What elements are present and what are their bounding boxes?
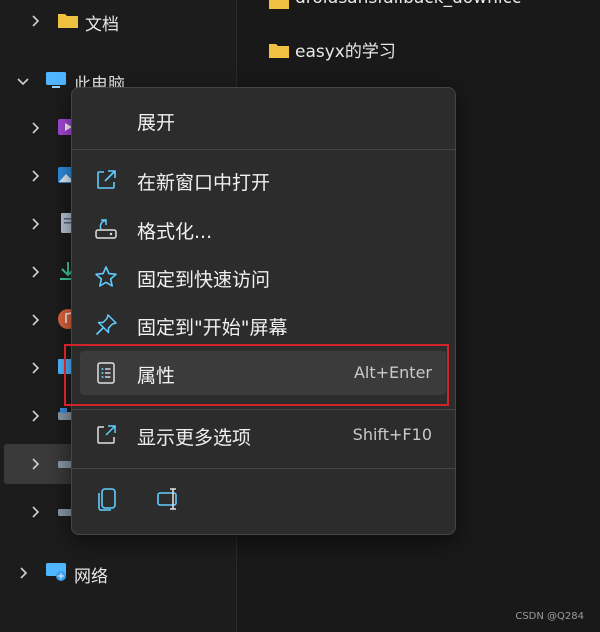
star-icon xyxy=(95,266,117,287)
chevron-right-icon[interactable] xyxy=(28,217,42,231)
menu-separator xyxy=(72,409,455,410)
folder-name: droidsansfallback_downlcc xyxy=(295,0,521,8)
folder-icon xyxy=(269,0,289,9)
open-external-icon xyxy=(97,170,116,189)
nav-item-label: 文档 xyxy=(85,15,119,35)
menu-item-show-more-options[interactable]: 显示更多选项 Shift+F10 xyxy=(80,413,446,457)
watermark: CSDN @Q284 xyxy=(515,611,584,622)
chevron-right-icon[interactable] xyxy=(28,313,42,327)
menu-item-label: 在新窗口中打开 xyxy=(137,172,271,194)
nav-item-label: 网络 xyxy=(74,567,108,587)
chevron-right-icon[interactable] xyxy=(28,505,42,519)
network-icon xyxy=(46,563,66,581)
chevron-right-icon[interactable] xyxy=(28,457,42,471)
menu-item-pin-quick-access[interactable]: 固定到快速访问 xyxy=(80,255,446,299)
show-more-icon xyxy=(97,425,116,444)
copy-icon[interactable] xyxy=(94,485,122,513)
menu-item-open-new-window[interactable]: 在新窗口中打开 xyxy=(80,158,446,202)
format-drive-icon xyxy=(95,219,117,239)
menu-item-pin-start[interactable]: 固定到"开始"屏幕 xyxy=(80,303,446,347)
menu-item-format[interactable]: 格式化... xyxy=(80,207,446,251)
chevron-right-icon[interactable] xyxy=(28,409,42,423)
chevron-right-icon[interactable] xyxy=(28,361,42,375)
menu-item-label: 展开 xyxy=(137,112,176,134)
chevron-right-icon[interactable] xyxy=(16,566,30,580)
menu-item-label: 显示更多选项 xyxy=(137,427,252,449)
menu-separator xyxy=(72,468,455,469)
pin-icon xyxy=(95,314,117,336)
nav-item-documents[interactable]: 文档 xyxy=(0,1,236,41)
menu-item-label: 固定到"开始"屏幕 xyxy=(137,317,288,339)
chevron-right-icon[interactable] xyxy=(28,265,42,279)
chevron-right-icon[interactable] xyxy=(28,14,42,28)
context-menu: 展开 在新窗口中打开 格式化... 固定到快速访问 固定到"开始"屏幕 属性 A… xyxy=(71,87,456,535)
computer-icon xyxy=(46,72,66,88)
menu-item-label: 格式化... xyxy=(137,221,213,243)
folder-name: easyx的学习 xyxy=(295,42,396,62)
folder-icon xyxy=(269,44,289,58)
chevron-right-icon[interactable] xyxy=(28,121,42,135)
menu-separator xyxy=(72,149,455,150)
nav-item-network[interactable]: 网络 xyxy=(0,553,236,593)
rename-icon[interactable] xyxy=(155,485,183,513)
highlight-box xyxy=(64,344,449,406)
chevron-right-icon[interactable] xyxy=(28,169,42,183)
menu-item-expand[interactable]: 展开 xyxy=(80,98,446,142)
shortcut-label: Shift+F10 xyxy=(352,425,432,444)
chevron-down-icon[interactable] xyxy=(16,74,30,88)
menu-item-label: 固定到快速访问 xyxy=(137,269,271,291)
folder-icon xyxy=(58,14,78,28)
